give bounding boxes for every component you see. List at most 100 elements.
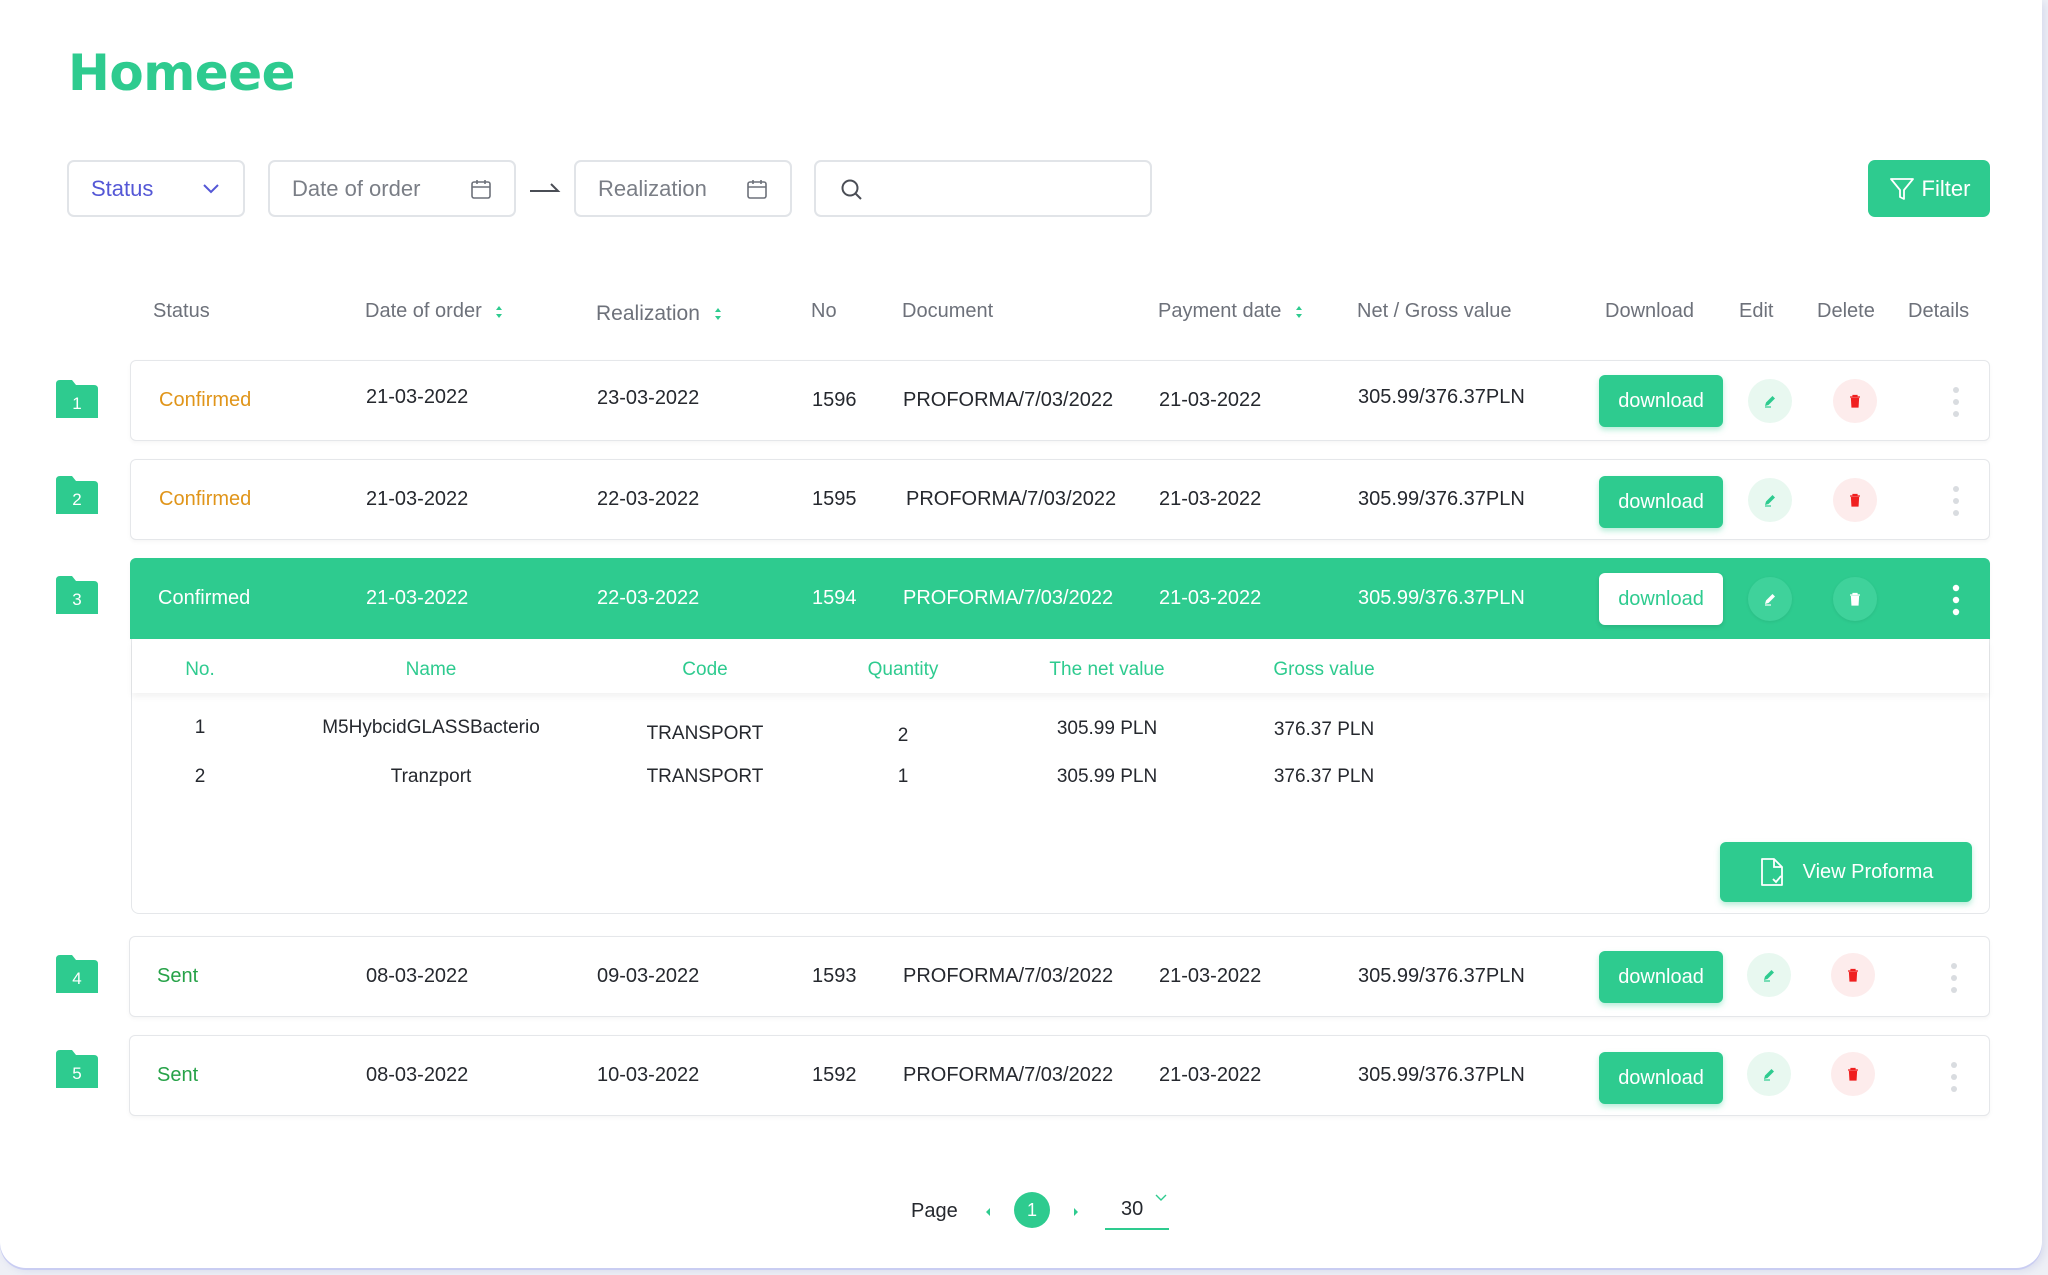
- delete-button[interactable]: [1831, 1052, 1875, 1096]
- table-row[interactable]: Confirmed 21-03-2022 22-03-2022 1595 PRO…: [130, 459, 1990, 540]
- download-button[interactable]: download: [1599, 375, 1723, 427]
- date-of-order-cell: 21-03-2022: [366, 587, 469, 609]
- table-row[interactable]: Sent 08-03-2022 10-03-2022 1592 PROFORMA…: [129, 1035, 1990, 1116]
- download-button[interactable]: download: [1599, 1052, 1723, 1104]
- edit-icon: [1765, 594, 1775, 606]
- more-dots-icon[interactable]: [1951, 385, 1961, 419]
- edit-button[interactable]: [1748, 577, 1792, 621]
- chevron-down-icon: [1155, 1194, 1167, 1201]
- order-details-panel: No. Name Code Quantity The net value Gro…: [131, 639, 1990, 914]
- delete-button[interactable]: [1833, 379, 1877, 423]
- details-header: No. Name Code Quantity The net value Gro…: [132, 639, 1989, 693]
- download-button[interactable]: download: [1599, 951, 1723, 1003]
- details-col-name: Name: [405, 659, 457, 680]
- delete-button[interactable]: [1833, 478, 1877, 522]
- item-gross: 376.37 PLN: [1273, 719, 1375, 740]
- sort-icon: [1295, 305, 1302, 318]
- status-text: Confirmed: [159, 389, 252, 411]
- trash-icon: [1850, 493, 1860, 507]
- more-dots-icon[interactable]: [1951, 583, 1961, 617]
- item-gross: 376.37 PLN: [1273, 766, 1375, 787]
- value-cell: 305.99/376.37PLN: [1358, 386, 1525, 408]
- document-cell: PROFORMA/7/03/2022: [903, 965, 1114, 987]
- view-proforma-button[interactable]: View Proforma: [1720, 842, 1972, 902]
- date-of-order-input[interactable]: Date of order: [268, 160, 516, 217]
- realization-cell: 23-03-2022: [597, 387, 700, 409]
- value-cell: 305.99/376.37PLN: [1358, 488, 1525, 510]
- item-no: 1: [194, 717, 206, 738]
- more-dots-icon[interactable]: [1951, 484, 1961, 518]
- table-row[interactable]: Sent 08-03-2022 09-03-2022 1593 PROFORMA…: [129, 936, 1990, 1017]
- item-no: 2: [194, 766, 206, 787]
- document-cell: PROFORMA/7/03/2022: [903, 587, 1114, 609]
- realization-cell: 10-03-2022: [597, 1064, 700, 1086]
- item-net: 305.99 PLN: [1056, 718, 1158, 739]
- row-index: 4: [72, 969, 82, 988]
- more-dots-icon[interactable]: [1949, 961, 1959, 995]
- pagination-label: Page: [911, 1200, 958, 1222]
- realization-cell: 22-03-2022: [597, 488, 700, 510]
- table-row-expanded[interactable]: Confirmed 21-03-2022 22-03-2022 1594 PRO…: [130, 558, 1990, 639]
- more-dots-icon[interactable]: [1949, 1060, 1959, 1094]
- column-header-payment-date[interactable]: Payment date: [1158, 300, 1303, 323]
- date-of-order-placeholder: Date of order: [292, 175, 421, 201]
- realization-input[interactable]: Realization: [574, 160, 792, 217]
- folder-icon: 1: [56, 380, 98, 418]
- chevron-down-icon: [203, 184, 219, 194]
- item-code: TRANSPORT: [646, 723, 764, 744]
- payment-date-cell: 21-03-2022: [1159, 389, 1262, 411]
- status-select-label: Status: [91, 175, 154, 201]
- realization-cell: 22-03-2022: [597, 587, 700, 609]
- filter-button[interactable]: Filter: [1868, 160, 1990, 217]
- no-cell: 1596: [812, 389, 857, 411]
- next-page-icon[interactable]: [1071, 1206, 1081, 1218]
- column-header-no: No: [811, 300, 837, 322]
- folder-icon: 3: [56, 576, 98, 614]
- status-text: Confirmed: [159, 488, 252, 510]
- table-row[interactable]: Confirmed 21-03-2022 23-03-2022 1596 PRO…: [130, 360, 1990, 441]
- folder-icon: 4: [56, 955, 98, 993]
- document-cell: PROFORMA/7/03/2022: [903, 389, 1114, 411]
- search-icon: [841, 179, 862, 200]
- document-cell: PROFORMA/7/03/2022: [903, 1064, 1114, 1086]
- current-page-button[interactable]: 1: [1014, 1192, 1050, 1228]
- trash-icon: [1850, 592, 1860, 606]
- filter-icon: [1889, 177, 1914, 200]
- date-of-order-cell: 21-03-2022: [366, 386, 469, 408]
- edit-icon: [1764, 970, 1774, 982]
- status-text: Confirmed: [158, 587, 251, 609]
- trash-icon: [1848, 1067, 1858, 1081]
- edit-button[interactable]: [1747, 1052, 1791, 1096]
- no-cell: 1595: [812, 488, 857, 510]
- edit-icon: [1764, 1069, 1774, 1081]
- edit-button[interactable]: [1748, 379, 1792, 423]
- delete-button[interactable]: [1833, 577, 1877, 621]
- column-header-date-of-order[interactable]: Date of order: [365, 300, 503, 323]
- date-of-order-cell: 08-03-2022: [366, 1064, 469, 1086]
- app-window: Homeee Status Date of order Realization …: [0, 0, 2042, 1268]
- range-arrow-icon: [530, 183, 561, 192]
- no-cell: 1592: [812, 1064, 857, 1086]
- column-header-realization[interactable]: Realization: [596, 302, 722, 326]
- column-header-download: Download: [1605, 300, 1694, 322]
- column-header-status: Status: [153, 300, 210, 322]
- folder-icon: 2: [56, 476, 98, 514]
- edit-icon: [1765, 396, 1775, 408]
- row-index: 1: [72, 394, 82, 413]
- folder-icon: 5: [56, 1050, 98, 1088]
- edit-button[interactable]: [1747, 953, 1791, 997]
- column-header-edit: Edit: [1739, 300, 1774, 322]
- details-col-quantity: Quantity: [867, 659, 939, 680]
- status-text: Sent: [157, 1064, 199, 1086]
- item-quantity: 2: [897, 725, 909, 746]
- status-select[interactable]: Status: [67, 160, 245, 217]
- edit-button[interactable]: [1748, 478, 1792, 522]
- delete-button[interactable]: [1831, 953, 1875, 997]
- previous-page-icon[interactable]: [983, 1206, 993, 1218]
- sort-icon: [714, 308, 721, 321]
- download-button[interactable]: download: [1599, 573, 1723, 625]
- search-input[interactable]: [814, 160, 1152, 217]
- page-size-select[interactable]: 30: [1105, 1190, 1169, 1230]
- download-button[interactable]: download: [1599, 476, 1723, 528]
- item-quantity: 1: [897, 766, 909, 787]
